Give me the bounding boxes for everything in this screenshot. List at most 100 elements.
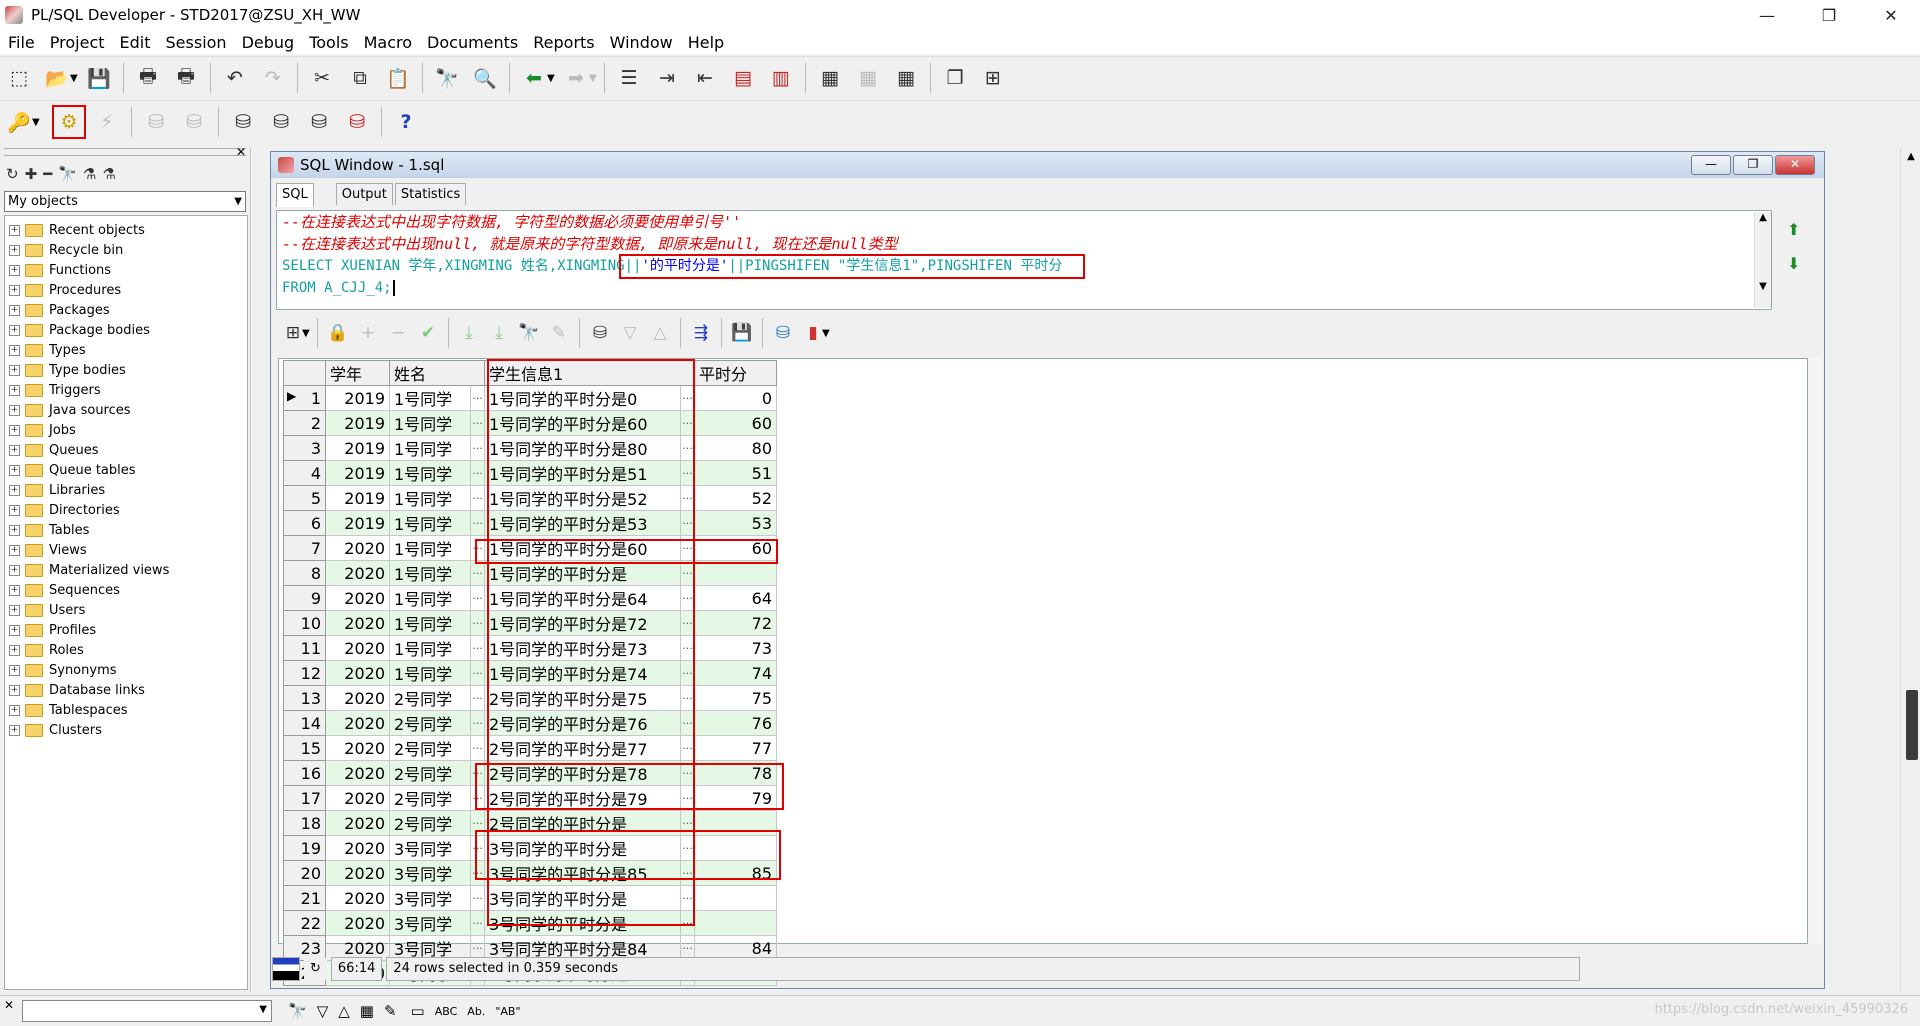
cell-score[interactable]: 73 <box>694 635 777 661</box>
cell-name[interactable]: 1号同学 <box>389 635 471 661</box>
cell-ellipsis-button[interactable]: ··· <box>680 835 695 861</box>
cell-year[interactable]: 2020 <box>325 885 390 911</box>
object-filter-select[interactable]: My objects ▼ <box>4 191 246 212</box>
expand-icon[interactable]: + <box>9 304 20 316</box>
db-disconnect-icon[interactable]: ⛁ <box>342 107 372 137</box>
table-row[interactable]: 17 2020 2号同学 ··· 2号同学的平时分是79 ··· 79 <box>283 785 777 811</box>
cell-name[interactable]: 2号同学 <box>389 810 471 836</box>
cell-ellipsis-button[interactable]: ··· <box>470 635 485 661</box>
minimize-button[interactable]: — <box>1738 0 1796 30</box>
window-list-disabled-icon[interactable]: ▦ <box>853 63 883 93</box>
cell-year[interactable]: 2020 <box>325 910 390 936</box>
cell-ellipsis-button[interactable]: ··· <box>680 760 695 786</box>
tree-item[interactable]: + Queues <box>9 440 98 460</box>
query-find-icon[interactable]: 🔭 <box>516 320 542 346</box>
tree-item[interactable]: + Triggers <box>9 380 101 400</box>
cell-name[interactable]: 3号同学 <box>389 860 471 886</box>
find-input[interactable]: ▼ <box>22 1000 272 1022</box>
cell-ellipsis-button[interactable]: ··· <box>680 435 695 461</box>
previous-icon[interactable]: ▽ <box>617 320 643 346</box>
redo-icon[interactable]: ↷ <box>258 63 288 93</box>
tree-item[interactable]: + Tablespaces <box>9 700 128 720</box>
table-row[interactable]: 16 2020 2号同学 ··· 2号同学的平时分是78 ··· 78 <box>283 760 777 786</box>
cell-score[interactable] <box>694 560 777 586</box>
tree-item[interactable]: + Types <box>9 340 86 360</box>
cell-ellipsis-button[interactable]: ··· <box>470 410 485 436</box>
cell-ellipsis-button[interactable]: ··· <box>680 485 695 511</box>
cell-ellipsis-button[interactable]: ··· <box>470 835 485 861</box>
cell-score[interactable]: 77 <box>694 735 777 761</box>
expand-icon[interactable]: + <box>9 524 20 536</box>
tree-item[interactable]: + Synonyms <box>9 660 117 680</box>
cell-year[interactable]: 2020 <box>325 535 390 561</box>
cell-ellipsis-button[interactable]: ··· <box>680 385 695 411</box>
comment-icon[interactable]: ▤ <box>728 63 758 93</box>
copy-icon[interactable]: ⧉ <box>345 63 375 93</box>
cell-ellipsis-button[interactable]: ··· <box>680 735 695 761</box>
cell-info[interactable]: 2号同学的平时分是76 <box>484 710 681 736</box>
cell-year[interactable]: 2020 <box>325 710 390 736</box>
cell-name[interactable]: 1号同学 <box>389 385 471 411</box>
arrow-down-icon[interactable]: ⬇ <box>1787 254 1800 273</box>
find-binoculars-icon[interactable]: 🔭 <box>288 1002 307 1020</box>
cell-year[interactable]: 2019 <box>325 510 390 536</box>
cell-year[interactable]: 2020 <box>325 685 390 711</box>
tree-item[interactable]: + Queue tables <box>9 460 136 480</box>
cell-name[interactable]: 3号同学 <box>389 910 471 936</box>
tree-item[interactable]: + Database links <box>9 680 145 700</box>
tree-item[interactable]: + Recycle bin <box>9 240 123 260</box>
table-row[interactable]: 15 2020 2号同学 ··· 2号同学的平时分是77 ··· 77 <box>283 735 777 761</box>
fetch-next-icon[interactable]: ⤓ <box>456 320 482 346</box>
cell-year[interactable]: 2019 <box>325 485 390 511</box>
add-icon[interactable]: ✚ <box>25 165 38 185</box>
cell-year[interactable]: 2019 <box>325 385 390 411</box>
cascade-icon[interactable]: ❐ <box>940 63 970 93</box>
chevron-down-icon[interactable]: ▼ <box>589 73 599 84</box>
cell-year[interactable]: 2020 <box>325 660 390 686</box>
tree-item[interactable]: + Type bodies <box>9 360 126 380</box>
tree-item[interactable]: + Java sources <box>9 400 131 420</box>
cell-ellipsis-button[interactable]: ··· <box>470 810 485 836</box>
cell-info[interactable]: 1号同学的平时分是52 <box>484 485 681 511</box>
cell-score[interactable]: 78 <box>694 760 777 786</box>
tree-item[interactable]: + Users <box>9 600 85 620</box>
menu-file[interactable]: File <box>0 33 42 52</box>
cell-year[interactable]: 2019 <box>325 435 390 461</box>
print-setup-icon[interactable]: 🖶 <box>171 63 201 93</box>
cell-info[interactable]: 3号同学的平时分是 <box>484 885 681 911</box>
cell-info[interactable]: 1号同学的平时分是60 <box>484 535 681 561</box>
cell-score[interactable] <box>694 810 777 836</box>
grid-scrollbar[interactable] <box>1808 358 1822 944</box>
cell-ellipsis-button[interactable]: ··· <box>470 735 485 761</box>
sql-editor[interactable]: --在连接表达式中出现字符数据, 字符型的数据必须要使用单引号'' --在连接表… <box>276 210 1772 310</box>
cell-ellipsis-button[interactable]: ··· <box>680 535 695 561</box>
table-row[interactable]: 9 2020 1号同学 ··· 1号同学的平时分是64 ··· 64 <box>283 585 777 611</box>
expand-icon[interactable]: + <box>9 704 20 716</box>
folder-filter-icon[interactable]: ⚗ <box>102 165 115 185</box>
cell-year[interactable]: 2019 <box>325 410 390 436</box>
tree-item[interactable]: + Packages <box>9 300 110 320</box>
cell-score[interactable] <box>694 910 777 936</box>
cell-name[interactable]: 2号同学 <box>389 785 471 811</box>
table-row[interactable]: 21 2020 3号同学 ··· 3号同学的平时分是 ··· <box>283 885 777 911</box>
back-icon[interactable]: ⬅ <box>519 63 549 93</box>
window-arrange-icon[interactable]: ▦ <box>891 63 921 93</box>
table-row[interactable]: 7 2020 1号同学 ··· 1号同学的平时分是60 ··· 60 <box>283 535 777 561</box>
cell-name[interactable]: 1号同学 <box>389 585 471 611</box>
help-icon[interactable]: ? <box>391 107 421 137</box>
table-row[interactable]: 13 2020 2号同学 ··· 2号同学的平时分是75 ··· 75 <box>283 685 777 711</box>
column-header-year[interactable]: 学年 <box>325 360 390 386</box>
menu-window[interactable]: Window <box>602 33 680 52</box>
cell-name[interactable]: 2号同学 <box>389 760 471 786</box>
key-icon[interactable]: 🔑 <box>4 107 34 137</box>
cell-score[interactable]: 60 <box>694 410 777 436</box>
cell-info[interactable]: 3号同学的平时分是85 <box>484 860 681 886</box>
cell-ellipsis-button[interactable]: ··· <box>680 410 695 436</box>
expand-icon[interactable]: + <box>9 464 20 476</box>
format-icon[interactable]: ☰ <box>614 63 644 93</box>
cell-info[interactable]: 1号同学的平时分是80 <box>484 435 681 461</box>
cell-ellipsis-button[interactable]: ··· <box>470 610 485 636</box>
single-record-icon[interactable]: ⇶ <box>688 320 714 346</box>
cell-info[interactable]: 1号同学的平时分是73 <box>484 635 681 661</box>
cell-ellipsis-button[interactable]: ··· <box>680 710 695 736</box>
